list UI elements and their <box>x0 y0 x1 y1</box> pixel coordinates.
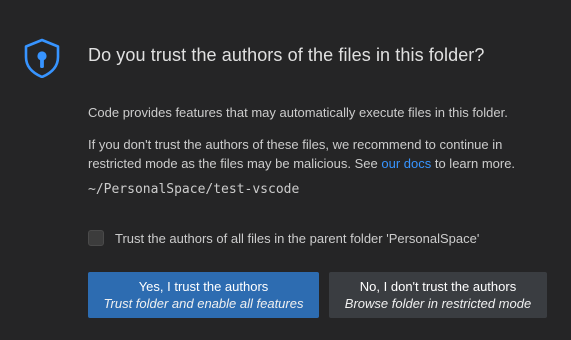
description-paragraph: Code provides features that may automati… <box>88 105 508 120</box>
workspace-trust-dialog: Do you trust the authors of the files in… <box>0 0 571 340</box>
trust-yes-label: Yes, I trust the authors <box>138 279 269 294</box>
trust-no-label: No, I don't trust the authors <box>359 279 517 294</box>
shield-keyhole-icon <box>22 38 62 79</box>
our-docs-link[interactable]: our docs <box>381 156 431 171</box>
folder-path: ~/PersonalSpace/test-vscode <box>88 182 300 197</box>
trust-yes-sublabel: Trust folder and enable all features <box>103 296 304 311</box>
trust-no-button[interactable]: No, I don't trust the authors Browse fol… <box>329 272 547 318</box>
warning-paragraph: If you don't trust the authors of these … <box>88 135 548 173</box>
dialog-title: Do you trust the authors of the files in… <box>88 45 485 65</box>
trust-parent-label[interactable]: Trust the authors of all files in the pa… <box>115 231 479 246</box>
warning-text-end: to learn more. <box>431 156 516 171</box>
trust-parent-checkbox[interactable] <box>88 230 104 246</box>
trust-yes-button[interactable]: Yes, I trust the authors Trust folder an… <box>88 272 319 318</box>
trust-parent-row[interactable]: Trust the authors of all files in the pa… <box>88 230 479 246</box>
trust-no-sublabel: Browse folder in restricted mode <box>344 296 532 311</box>
